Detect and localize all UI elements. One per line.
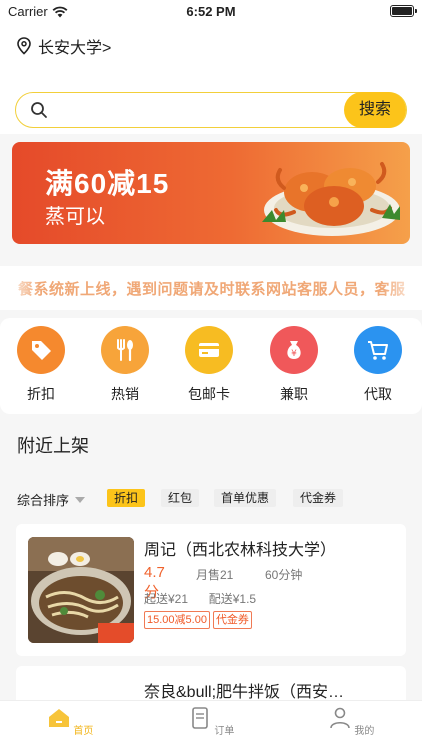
clock: 6:52 PM xyxy=(186,4,236,19)
location-label: 长安大学> xyxy=(38,40,112,57)
person-icon xyxy=(329,707,350,729)
location-selector[interactable]: 长安大学> xyxy=(16,34,111,58)
promo-banner[interactable]: 满60减15 蒸可以 xyxy=(12,142,410,244)
banner-subtitle: 蒸可以 xyxy=(45,206,105,228)
location-pin-icon xyxy=(17,37,31,55)
promo-tag: 代金券 xyxy=(212,611,252,629)
discount-tag-icon xyxy=(17,326,65,374)
tab-orders[interactable]: 订单 xyxy=(171,707,251,737)
category-hot[interactable]: 热销 xyxy=(97,326,153,404)
announcement-text: 餐系统新上线，遇到问题请及时联系网站客服人员，客服 xyxy=(18,281,406,298)
filter-chip-voucher[interactable]: 代金券 xyxy=(293,489,344,507)
category-label: 代取 xyxy=(364,386,392,402)
store-card[interactable]: 周记（西北农林科技大学） 4.7分 月售21 60分钟 起送¥21 配送¥1.5… xyxy=(16,524,406,656)
filter-bar: 综合排序 折扣 红包 首单优惠 代金券 xyxy=(0,480,422,516)
store-min-order: 起送¥21 xyxy=(144,592,189,606)
store-delivery-fee: 配送¥1.5 xyxy=(208,592,257,606)
store-name: 奈良&bull;肥牛拌饭（西安… xyxy=(144,684,345,701)
tab-profile[interactable]: 我的 xyxy=(311,707,391,737)
banner-title: 满60减15 xyxy=(45,168,170,199)
battery-icon xyxy=(390,5,417,17)
home-icon xyxy=(48,709,69,727)
status-bar: Carrier 6:52 PM xyxy=(0,0,422,24)
svg-text:¥: ¥ xyxy=(291,349,297,359)
store-name: 周记（西北农林科技大学） xyxy=(144,542,337,559)
store-promo-tags: 15.00减5.00 代金券 xyxy=(144,611,252,629)
search-icon xyxy=(31,102,47,118)
cart-icon xyxy=(354,326,402,374)
search-input[interactable] xyxy=(56,99,336,121)
store-fees: 起送¥21 配送¥1.5 xyxy=(144,590,256,607)
category-discount[interactable]: 折扣 xyxy=(13,326,69,404)
tab-label: 我的 xyxy=(354,726,375,737)
tab-label: 首页 xyxy=(73,726,94,737)
promo-tag: 15.00减5.00 xyxy=(144,611,210,629)
category-card[interactable]: 包邮卡 xyxy=(181,326,237,404)
bottom-tab-bar: 首页 订单 我的 xyxy=(0,700,422,750)
money-bag-icon: ¥ xyxy=(270,326,318,374)
tab-label: 订单 xyxy=(214,726,235,737)
header: 长安大学> 搜索 xyxy=(0,24,422,134)
category-pickup[interactable]: 代取 xyxy=(350,326,406,404)
crab-dish-image xyxy=(262,162,400,236)
category-label: 折扣 xyxy=(27,386,55,402)
store-monthly-sales: 月售21 xyxy=(196,568,234,582)
category-label: 热销 xyxy=(111,386,139,402)
filter-chip-discount[interactable]: 折扣 xyxy=(107,489,146,507)
search-bar: 搜索 xyxy=(15,92,407,128)
category-grid: 折扣 热销 包邮卡 ¥ 兼职 代取 xyxy=(0,318,422,414)
sort-label: 综合排序 xyxy=(17,493,70,508)
card-icon xyxy=(185,326,233,374)
announcement-marquee: 餐系统新上线，遇到问题请及时联系网站客服人员，客服 xyxy=(0,266,422,310)
fork-spoon-icon xyxy=(101,326,149,374)
store-thumbnail xyxy=(28,537,134,643)
category-parttime[interactable]: ¥ 兼职 xyxy=(266,326,322,404)
section-title: 附近上架 xyxy=(17,436,89,456)
order-icon xyxy=(191,707,208,729)
search-button[interactable]: 搜索 xyxy=(344,92,406,128)
sort-dropdown[interactable]: 综合排序 xyxy=(17,490,86,509)
tab-home[interactable]: 首页 xyxy=(30,707,110,737)
caret-down-icon xyxy=(75,496,86,503)
category-label: 包邮卡 xyxy=(188,386,230,402)
category-label: 兼职 xyxy=(280,386,308,402)
filter-chip-first-order[interactable]: 首单优惠 xyxy=(214,489,277,507)
filter-chip-redpacket[interactable]: 红包 xyxy=(161,489,200,507)
store-delivery-time: 60分钟 xyxy=(265,568,303,582)
